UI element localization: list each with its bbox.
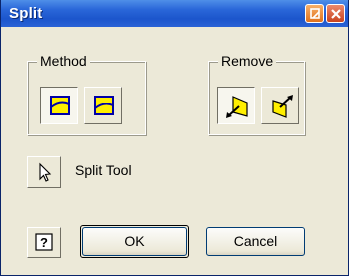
split-face-button[interactable] — [40, 87, 78, 124]
remove-group: Remove — [208, 53, 305, 135]
split-part-icon — [94, 96, 114, 115]
split-dialog: Split Method Remove Split Tool ? OK Canc… — [0, 0, 349, 276]
remove-direction-2-icon — [272, 95, 293, 118]
titlebar-help-button[interactable] — [305, 4, 324, 23]
titlebar-close-button[interactable] — [326, 4, 345, 23]
cancel-button[interactable]: Cancel — [206, 227, 305, 256]
help-icon — [310, 8, 320, 19]
split-tool-label: Split Tool — [75, 162, 132, 178]
split-face-icon — [50, 96, 70, 115]
remove-group-label: Remove — [218, 53, 277, 69]
method-group-label: Method — [37, 53, 90, 69]
help-button[interactable]: ? — [27, 227, 61, 258]
remove-direction-1-icon — [226, 96, 248, 118]
window-title: Split — [9, 5, 43, 22]
remove-direction-2-button[interactable] — [261, 87, 299, 124]
close-icon — [331, 9, 341, 19]
svg-text:?: ? — [40, 235, 48, 250]
method-group: Method — [27, 53, 146, 135]
title-bar[interactable]: Split — [1, 0, 348, 27]
split-part-button[interactable] — [84, 87, 122, 124]
split-tool-button[interactable] — [27, 156, 61, 188]
ok-button[interactable]: OK — [82, 227, 187, 256]
cursor-arrow-icon — [39, 162, 52, 182]
help-icon: ? — [35, 233, 53, 251]
remove-direction-1-button[interactable] — [217, 87, 255, 124]
